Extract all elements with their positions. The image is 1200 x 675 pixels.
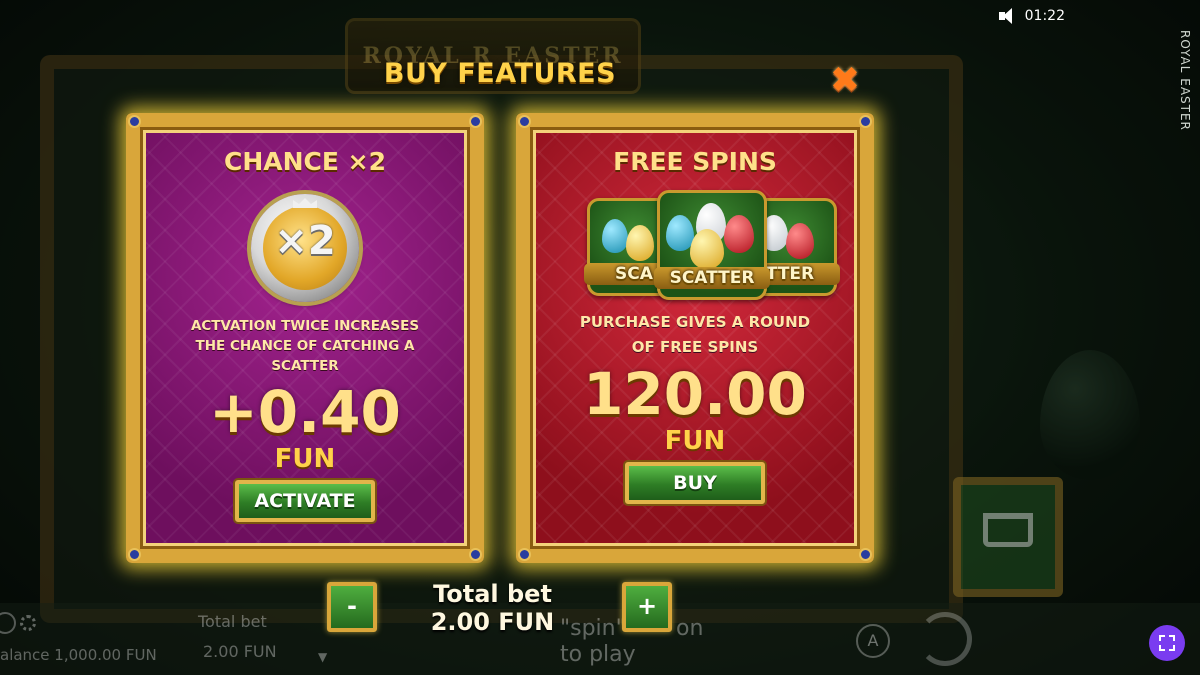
spin-hint-line2: to play bbox=[560, 642, 636, 667]
decrease-bet-button[interactable]: - bbox=[327, 582, 377, 632]
gem-ornament bbox=[128, 548, 141, 561]
autoplay-button[interactable]: A bbox=[856, 624, 890, 658]
gear-icon[interactable] bbox=[20, 615, 36, 631]
card-description: PURCHASE GIVES A ROUND OF FREE SPINS bbox=[579, 313, 811, 356]
x2-coin-icon: ×2 bbox=[251, 194, 359, 302]
total-bet-display: Total bet 2.00 FUN bbox=[390, 580, 595, 636]
scatter-symbol-icon: SCATTER bbox=[654, 190, 770, 300]
gem-ornament bbox=[128, 115, 141, 128]
fullscreen-button[interactable] bbox=[1149, 625, 1185, 661]
scatter-symbols: SCA TTER SCATTER bbox=[530, 190, 860, 300]
crown-icon bbox=[293, 198, 317, 208]
gem-ornament bbox=[859, 115, 872, 128]
spin-hint-tail: on bbox=[676, 616, 704, 641]
card-title: CHANCE ×2 bbox=[223, 147, 386, 176]
spin-button[interactable] bbox=[918, 612, 972, 666]
card-price: +0.40 bbox=[209, 378, 401, 446]
card-currency: FUN bbox=[664, 426, 726, 456]
gem-ornament bbox=[469, 548, 482, 561]
bottom-total-bet-value: 2.00 FUN bbox=[203, 642, 277, 661]
free-spins-card: FREE SPINS SCA TTER SCATTER PURCHASE GIV… bbox=[516, 113, 874, 563]
card-price: 120.00 bbox=[583, 360, 807, 428]
activate-button[interactable]: ACTIVATE bbox=[235, 480, 375, 522]
gem-ornament bbox=[469, 115, 482, 128]
scatter-label: SCATTER bbox=[654, 267, 770, 289]
card-description: ACTVATION TWICE INCREASES THE CHANCE OF … bbox=[190, 318, 420, 374]
chevron-down-icon[interactable]: ▼ bbox=[318, 650, 327, 664]
total-bet-label: Total bet bbox=[433, 580, 552, 608]
buy-button[interactable]: BUY bbox=[625, 462, 765, 504]
status-area: 01:22 bbox=[998, 8, 1065, 24]
gem-ornament bbox=[518, 115, 531, 128]
chance-x2-card: CHANCE ×2 ×2 ACTVATION TWICE INCREASES T… bbox=[126, 113, 484, 563]
close-icon: ✖ bbox=[829, 59, 861, 101]
buy-features-cart-button[interactable] bbox=[953, 477, 1063, 597]
gem-ornament bbox=[859, 548, 872, 561]
game-title: ROYAL EASTER bbox=[1178, 30, 1192, 131]
clock: 01:22 bbox=[1024, 8, 1065, 24]
gem-ornament bbox=[518, 548, 531, 561]
close-button[interactable]: ✖ bbox=[826, 59, 864, 101]
coin-label: ×2 bbox=[274, 218, 336, 264]
speaker-icon[interactable] bbox=[998, 8, 1017, 24]
total-bet-value: 2.00 FUN bbox=[430, 608, 555, 636]
card-title: FREE SPINS bbox=[613, 147, 777, 176]
balance-text: alance 1,000.00 FUN bbox=[0, 646, 157, 664]
cart-icon bbox=[983, 513, 1033, 547]
card-currency: FUN bbox=[274, 444, 336, 474]
increase-bet-button[interactable]: + bbox=[622, 582, 672, 632]
bottom-total-bet-label: Total bet bbox=[198, 612, 267, 631]
fullscreen-icon bbox=[1159, 635, 1175, 651]
